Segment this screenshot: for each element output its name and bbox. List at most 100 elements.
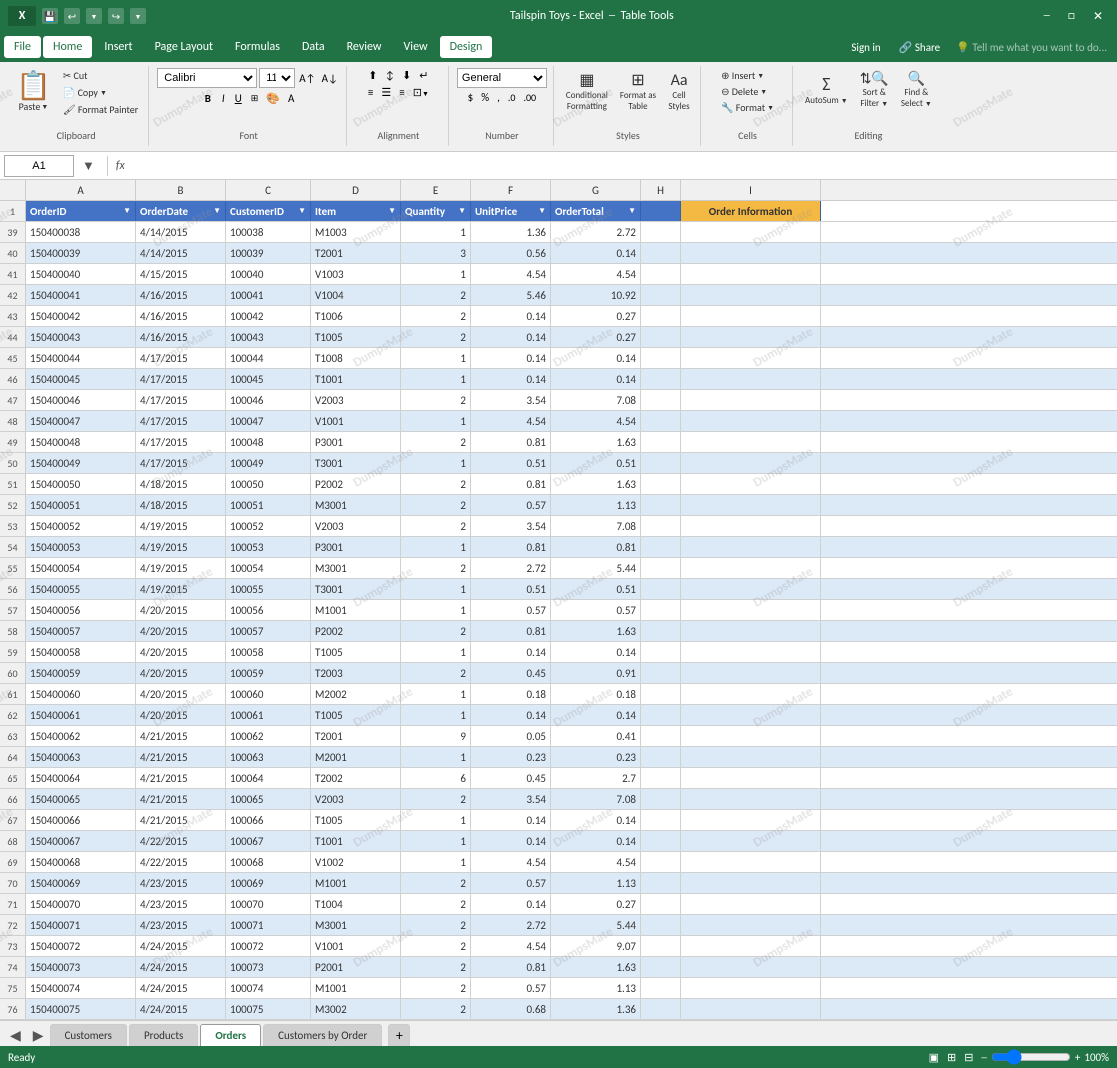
cell[interactable]: 150400062 <box>26 726 136 746</box>
paste-button[interactable]: 📋 Paste▼ <box>10 70 57 115</box>
cell[interactable] <box>681 852 821 872</box>
cell[interactable]: 150400064 <box>26 768 136 788</box>
formula-input[interactable]: OrderID <box>133 155 1113 177</box>
cell[interactable]: 100074 <box>226 978 311 998</box>
cell[interactable]: 0.81 <box>471 474 551 494</box>
col-header-a[interactable]: A <box>26 180 136 200</box>
cell[interactable]: 100040 <box>226 264 311 284</box>
sheet-tab-products[interactable]: Products <box>129 1024 198 1046</box>
cell[interactable] <box>681 936 821 956</box>
cell[interactable] <box>641 684 681 704</box>
cell[interactable]: 1 <box>401 264 471 284</box>
cell[interactable]: 100071 <box>226 915 311 935</box>
cell[interactable]: 2 <box>401 558 471 578</box>
cell[interactable]: 2 <box>401 873 471 893</box>
cell[interactable]: 100069 <box>226 873 311 893</box>
menu-page-layout[interactable]: Page Layout <box>145 36 223 58</box>
cell[interactable]: 150400050 <box>26 474 136 494</box>
col-header-g[interactable]: G <box>551 180 641 200</box>
cell[interactable]: 4/15/2015 <box>136 264 226 284</box>
cell[interactable]: 0.27 <box>551 306 641 326</box>
cell[interactable]: 0.57 <box>471 495 551 515</box>
cell[interactable]: 1.63 <box>551 474 641 494</box>
cell[interactable]: 1.36 <box>471 222 551 242</box>
cell[interactable]: 3 <box>401 243 471 263</box>
cell[interactable]: 0.57 <box>471 600 551 620</box>
insert-cells-button[interactable]: ⊕ Insert ▼ <box>717 68 778 83</box>
cell[interactable]: 1 <box>401 852 471 872</box>
filter-arrow-orderid[interactable]: ▼ <box>123 206 131 216</box>
cell[interactable]: 150400042 <box>26 306 136 326</box>
cell[interactable]: 4.54 <box>471 936 551 956</box>
cell[interactable]: 5.44 <box>551 915 641 935</box>
cell[interactable]: V1002 <box>311 852 401 872</box>
cell[interactable] <box>681 621 821 641</box>
cell[interactable]: 150400058 <box>26 642 136 662</box>
cell[interactable] <box>681 306 821 326</box>
cell[interactable] <box>681 285 821 305</box>
cell[interactable]: 0.51 <box>471 579 551 599</box>
cell[interactable]: 0.14 <box>551 369 641 389</box>
cell[interactable]: 1 <box>401 747 471 767</box>
cell[interactable]: T1005 <box>311 642 401 662</box>
cell[interactable]: 0.57 <box>471 978 551 998</box>
cell[interactable] <box>641 789 681 809</box>
filter-arrow-ordertotal[interactable]: ▼ <box>628 206 636 216</box>
cell[interactable] <box>681 222 821 242</box>
cell[interactable] <box>681 432 821 452</box>
cell[interactable]: M2002 <box>311 684 401 704</box>
cell[interactable] <box>681 747 821 767</box>
format-as-table-button[interactable]: ⊞ Format asTable <box>616 68 660 114</box>
cell[interactable]: 100039 <box>226 243 311 263</box>
cell[interactable]: 9 <box>401 726 471 746</box>
cell[interactable]: 150400049 <box>26 453 136 473</box>
cell[interactable]: 150400065 <box>26 789 136 809</box>
cell[interactable]: 4/19/2015 <box>136 516 226 536</box>
cell[interactable]: 0.14 <box>551 348 641 368</box>
cell[interactable]: 5.44 <box>551 558 641 578</box>
cell[interactable]: 0.81 <box>551 537 641 557</box>
cell[interactable]: 4/23/2015 <box>136 894 226 914</box>
cell[interactable]: T2003 <box>311 663 401 683</box>
cell[interactable]: 0.14 <box>471 831 551 851</box>
cell[interactable]: 2 <box>401 789 471 809</box>
cell[interactable] <box>641 474 681 494</box>
cell[interactable]: 4/23/2015 <box>136 873 226 893</box>
cell[interactable]: 100038 <box>226 222 311 242</box>
cell[interactable]: V1001 <box>311 936 401 956</box>
cell[interactable]: 0.41 <box>551 726 641 746</box>
cell[interactable]: 4/22/2015 <box>136 831 226 851</box>
cell[interactable]: 100043 <box>226 327 311 347</box>
cell[interactable]: 0.23 <box>471 747 551 767</box>
cell[interactable]: 150400071 <box>26 915 136 935</box>
cell[interactable] <box>681 789 821 809</box>
cell[interactable]: 0.14 <box>551 810 641 830</box>
cell[interactable]: 4/17/2015 <box>136 432 226 452</box>
cell[interactable]: M3001 <box>311 915 401 935</box>
cell[interactable]: 100073 <box>226 957 311 977</box>
col-header-h[interactable]: H <box>641 180 681 200</box>
cell[interactable]: V2003 <box>311 516 401 536</box>
cell[interactable]: V1004 <box>311 285 401 305</box>
header-cell-ordertotal[interactable]: OrderTotal ▼ <box>551 201 641 221</box>
cell[interactable]: 2 <box>401 516 471 536</box>
cell[interactable]: 7.08 <box>551 789 641 809</box>
cell[interactable] <box>681 999 821 1019</box>
comma-button[interactable]: , <box>494 90 503 105</box>
cell[interactable]: 150400061 <box>26 705 136 725</box>
cell[interactable]: M3001 <box>311 558 401 578</box>
cell[interactable]: 0.14 <box>471 348 551 368</box>
cell[interactable] <box>641 327 681 347</box>
delete-cells-button[interactable]: ⊖ Delete ▼ <box>717 84 778 99</box>
cell[interactable] <box>641 747 681 767</box>
cell[interactable]: 1.36 <box>551 999 641 1019</box>
cell[interactable]: 100056 <box>226 600 311 620</box>
cell[interactable]: 7.08 <box>551 390 641 410</box>
cell[interactable]: 150400073 <box>26 957 136 977</box>
cell[interactable]: 150400067 <box>26 831 136 851</box>
cell[interactable]: 100062 <box>226 726 311 746</box>
cell[interactable]: 150400053 <box>26 537 136 557</box>
cell[interactable]: 2 <box>401 957 471 977</box>
cell[interactable]: 100049 <box>226 453 311 473</box>
cell[interactable]: 150400055 <box>26 579 136 599</box>
